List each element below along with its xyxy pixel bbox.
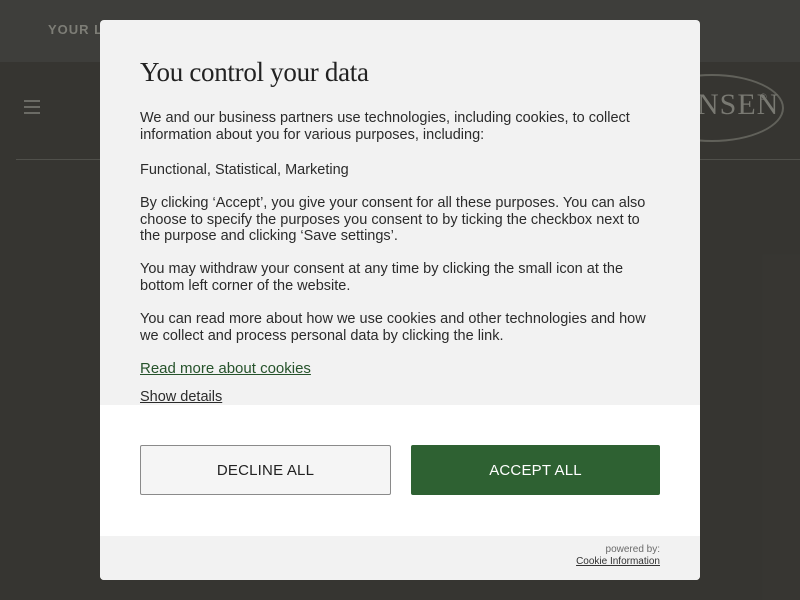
consent-content: You control your data We and our busines… [140,20,660,405]
consent-button-area: DECLINE ALL ACCEPT ALL [100,405,700,536]
decline-all-button[interactable]: DECLINE ALL [140,445,391,495]
read-more-cookies-link[interactable]: Read more about cookies [140,360,311,377]
powered-by-label: powered by: [605,544,660,555]
consent-readmore-text: You can read more about how we use cooki… [140,311,646,344]
consent-accept-text: By clicking ‘Accept’, you give your cons… [140,195,646,244]
cookie-consent-dialog: You control your data We and our busines… [100,20,700,580]
consent-intro-text: We and our business partners use technol… [140,110,630,143]
dialog-title: You control your data [140,57,369,87]
consent-purposes-text: Functional, Statistical, Marketing [140,162,349,178]
consent-withdraw-text: You may withdraw your consent at any tim… [140,261,624,294]
dialog-footer: powered by: Cookie Information [100,536,700,580]
cookie-information-link[interactable]: Cookie Information [576,556,660,567]
show-details-link[interactable]: Show details [140,389,222,405]
accept-all-button[interactable]: ACCEPT ALL [411,445,660,495]
